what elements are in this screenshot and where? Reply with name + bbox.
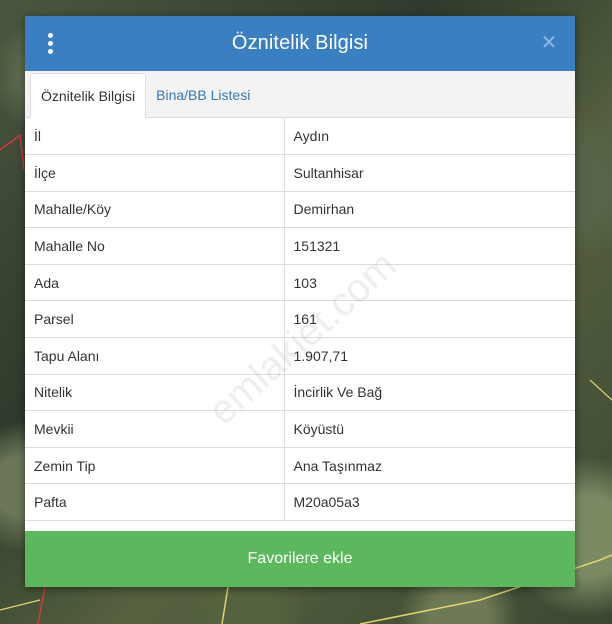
attribute-table: İl Aydın İlçe Sultanhisar Mahalle/Köy Demirha… bbox=[25, 118, 575, 522]
table-row: Mevkii Köyüstü bbox=[25, 410, 575, 448]
map-parcel-line bbox=[0, 599, 41, 611]
attribute-key: Ada bbox=[25, 264, 285, 302]
menu-dot bbox=[47, 40, 53, 46]
table-row: Pafta M20a05a3 bbox=[25, 483, 575, 522]
attribute-value: Sultanhisar bbox=[284, 154, 575, 192]
add-to-favorites-button[interactable]: Favorilere ekle bbox=[25, 531, 575, 587]
attribute-value: 151321 bbox=[284, 227, 575, 265]
close-icon[interactable]: ✕ bbox=[539, 31, 559, 55]
vertical-dots-icon[interactable] bbox=[43, 31, 57, 55]
table-row: İlçe Sultanhisar bbox=[25, 154, 575, 192]
attribute-key: Mevkii bbox=[25, 410, 285, 448]
attribute-value: 103 bbox=[284, 264, 575, 302]
attribute-key: Mahalle/Köy bbox=[25, 191, 285, 229]
attribute-value: Köyüstü bbox=[284, 410, 575, 448]
table-row: Mahalle No 151321 bbox=[25, 227, 575, 265]
table-row: Zemin Tip Ana Taşınmaz bbox=[25, 447, 575, 485]
table-row: Parsel 161 bbox=[25, 300, 575, 339]
attribute-value: M20a05a3 bbox=[284, 483, 575, 522]
attribute-key: Pafta bbox=[25, 483, 285, 522]
attribute-key: Mahalle No bbox=[25, 227, 285, 265]
menu-dot bbox=[47, 48, 53, 54]
table-row: Mahalle/Köy Demirhan bbox=[25, 191, 575, 229]
dialog-header: Öznitelik Bilgisi ✕ bbox=[25, 16, 575, 71]
attribute-key: Tapu Alanı bbox=[25, 337, 285, 375]
map-parcel-line bbox=[589, 379, 612, 401]
attribute-key: İlçe bbox=[25, 154, 285, 192]
map-boundary-line bbox=[0, 133, 25, 171]
dialog-tabs: Öznitelik Bilgisi Bina/BB Listesi bbox=[25, 71, 575, 118]
attribute-value: Aydın bbox=[284, 118, 575, 156]
attribute-key: İl bbox=[25, 118, 285, 156]
table-row: Tapu Alanı 1.907,71 bbox=[25, 337, 575, 375]
attribute-value: 161 bbox=[284, 300, 575, 339]
attribute-key: Parsel bbox=[25, 300, 285, 339]
map-parcel-line bbox=[221, 586, 229, 624]
attribute-info-dialog: Öznitelik Bilgisi ✕ Öznitelik Bilgisi Bi… bbox=[25, 16, 575, 587]
dialog-title: Öznitelik Bilgisi bbox=[231, 32, 369, 54]
map-boundary-line bbox=[37, 586, 46, 624]
table-row: Ada 103 bbox=[25, 264, 575, 302]
attribute-key: Zemin Tip bbox=[25, 447, 285, 485]
table-row: Nitelik İncirlik Ve Bağ bbox=[25, 374, 575, 412]
tab-building-list[interactable]: Bina/BB Listesi bbox=[146, 73, 260, 117]
attribute-value: 1.907,71 bbox=[284, 337, 575, 375]
table-row: İl Aydın bbox=[25, 118, 575, 156]
tab-attribute-info[interactable]: Öznitelik Bilgisi bbox=[30, 73, 147, 118]
attribute-key: Nitelik bbox=[25, 374, 285, 412]
attribute-value: Ana Taşınmaz bbox=[284, 447, 575, 485]
attribute-value: İncirlik Ve Bağ bbox=[284, 374, 575, 412]
attribute-value: Demirhan bbox=[284, 191, 575, 229]
menu-dot bbox=[47, 32, 53, 38]
